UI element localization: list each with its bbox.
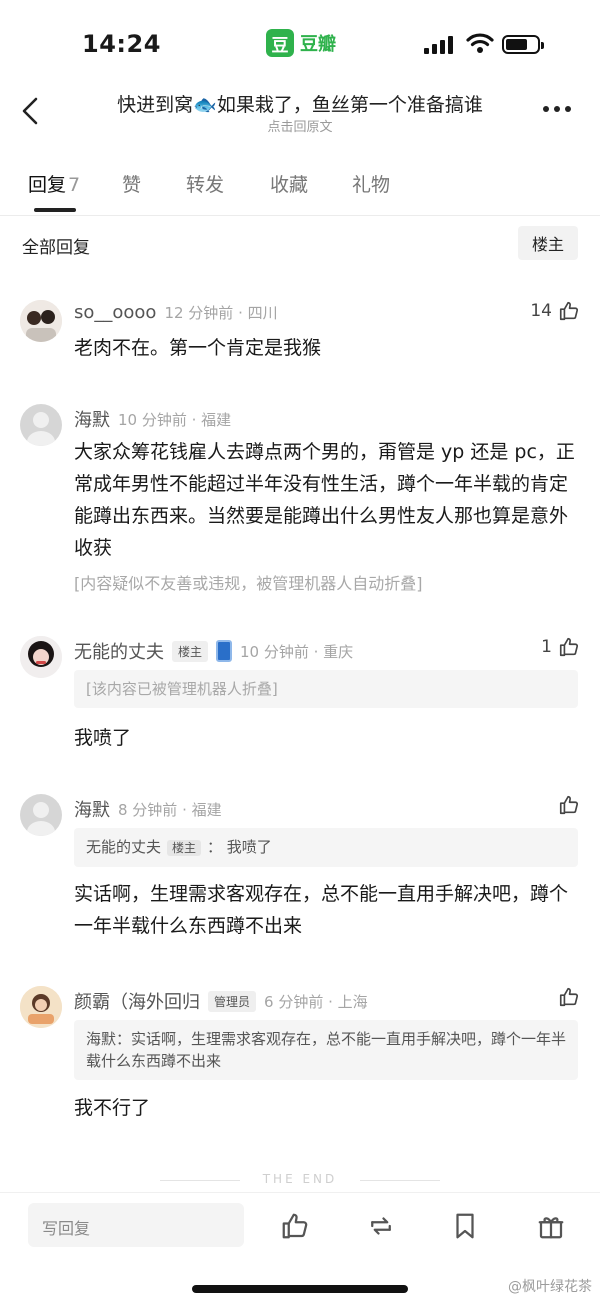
tab-collections[interactable]: 收藏 [270,170,308,197]
tab-likes[interactable]: 赞 [122,170,141,197]
avatar[interactable] [20,794,62,836]
battery-icon [502,35,544,54]
repost-icon[interactable] [366,1211,396,1241]
comment-time: 6 分钟前 · 上海 [264,992,368,1011]
op-badge: 楼主 [172,640,209,662]
status-bar: 14:24 豆 豆瓣 [0,0,600,80]
avatar[interactable] [20,986,62,1028]
comment-item: 无能的丈夫 楼主 10 分钟前 · 重庆 1 [该内容已被管理机器人折叠] 我喷… [0,632,600,762]
reply-filter-row: 全部回复 楼主 [0,216,600,272]
quoted-username: 无能的丈夫 [86,838,162,856]
comment-meta: so__oooo 12 分钟前 · 四川 [74,302,278,323]
like-button[interactable]: 1 [541,636,580,658]
comment-text: 我不行了 [74,1097,151,1119]
comment-username[interactable]: 海默 [74,406,110,432]
nav-header: 快进到窝🐟如果栽了，鱼丝第一个准备搞谁 点击回原文 [0,80,600,142]
tab-replies-label: 回复 [28,174,67,196]
op-badge: 楼主 [167,840,202,856]
comment-username[interactable]: 海默 [74,796,110,822]
comment-meta: 无能的丈夫 楼主 10 分钟前 · 重庆 [74,638,353,664]
comment-text: 实话啊，生理需求客观存在，总不能一直用手解决吧，蹲个一年半载什么东西蹲不出来 [74,883,569,937]
like-button[interactable] [558,986,580,1008]
quoted-reply[interactable]: 无能的丈夫 楼主 ： 我喷了 [74,828,578,867]
thumbs-up-icon [559,795,579,815]
comment-username[interactable]: so__oooo [74,302,156,323]
comment-username[interactable]: 颜霸（海外回归 [74,988,200,1014]
watermark: @枫叶绿花茶 [508,1279,592,1295]
cellular-signal-icon [424,36,453,54]
post-title: 快进到窝🐟如果栽了，鱼丝第一个准备搞谁 [117,94,483,116]
comment-username[interactable]: 无能的丈夫 [74,638,164,664]
soda-can-badge-icon [216,640,233,662]
home-indicator [192,1285,408,1293]
comment-meta: 颜霸（海外回归 管理员 6 分钟前 · 上海 [74,988,368,1014]
comment-item: 海默 10 分钟前 · 福建 大家众筹花钱雇人去蹲点两个男的，甭管是 yp 还是… [0,400,600,600]
comment-time: 12 分钟前 · 四川 [164,304,278,322]
gift-icon[interactable] [536,1211,566,1241]
status-time: 14:24 [82,30,161,58]
more-options-icon[interactable] [543,106,571,112]
active-tab-indicator [34,208,76,212]
bookmark-icon[interactable] [450,1211,480,1241]
comment-time: 8 分钟前 · 福建 [118,800,222,819]
tab-gifts[interactable]: 礼物 [352,170,390,197]
app-name: 豆瓣 [300,34,336,55]
like-count: 14 [530,301,552,321]
comment-meta: 海默 10 分钟前 · 福建 [74,406,231,432]
like-post-icon[interactable] [280,1211,310,1241]
wifi-icon [466,33,494,53]
quoted-text: ： 我喷了 [207,838,272,856]
app-indicator: 豆 豆瓣 [266,28,336,58]
thumbs-up-icon [559,637,579,657]
thumbs-up-icon [559,301,579,321]
comment-time: 10 分钟前 · 福建 [118,410,232,429]
comment-item: 海默 8 分钟前 · 福建 无能的丈夫 楼主 ： 我喷了 实话啊，生理需求客观存在，… [0,790,600,950]
folded-notice: [内容疑似不友善或违规，被管理机器人自动折叠] [74,574,423,593]
like-count: 1 [541,637,552,657]
quoted-reply[interactable]: 海默：实话啊，生理需求客观存在，总不能一直用手解决吧，蹲个一年半载什么东西蹲不出… [74,1020,578,1080]
all-replies-filter[interactable]: 全部回复 [22,233,90,258]
quoted-folded-content[interactable]: [该内容已被管理机器人折叠] [74,670,578,708]
douban-logo-icon: 豆 [266,29,294,57]
comment-item: 颜霸（海外回归 管理员 6 分钟前 · 上海 海默：实话啊，生理需求客观存在，总… [0,982,600,1132]
comment-text: 我喷了 [74,727,132,749]
avatar[interactable] [20,300,62,342]
like-button[interactable] [558,794,580,816]
avatar[interactable] [20,636,62,678]
tab-replies[interactable]: 回复 7 [28,170,80,197]
tab-reposts[interactable]: 转发 [186,170,224,197]
back-arrow-icon[interactable] [18,96,44,126]
comment-text: 老肉不在。第一个肯定是我猴 [74,337,322,359]
tab-replies-count: 7 [68,174,81,196]
back-to-original-link[interactable]: 点击回原文 [100,116,500,135]
thumbs-up-icon [559,987,579,1007]
avatar[interactable] [20,404,62,446]
like-button[interactable]: 14 [530,300,580,322]
admin-badge: 管理员 [208,990,257,1012]
reply-input[interactable]: 写回复 [28,1203,244,1247]
op-only-filter-button[interactable]: 楼主 [518,226,578,260]
comment-text: 大家众筹花钱雇人去蹲点两个男的，甭管是 yp 还是 pc，正常成年男性不能超过半… [74,441,575,559]
end-of-list-marker: THE END [0,1172,600,1186]
comment-meta: 海默 8 分钟前 · 福建 [74,796,222,822]
comment-time: 10 分钟前 · 重庆 [240,642,354,661]
tab-bar: 回复 7 赞 转发 收藏 礼物 [0,160,600,216]
comment-item: so__oooo 12 分钟前 · 四川 14 老肉不在。第一个肯定是我猴 [0,296,600,372]
